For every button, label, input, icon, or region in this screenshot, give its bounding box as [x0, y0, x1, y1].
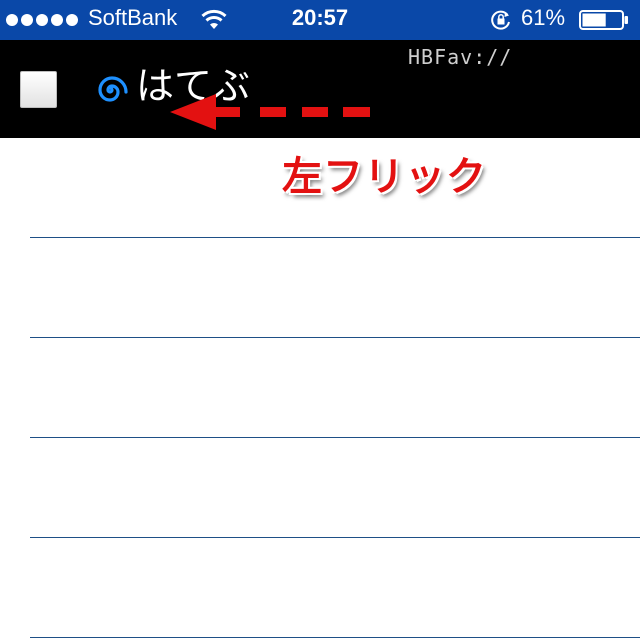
- battery-icon: [579, 10, 628, 30]
- app-subtitle: HBFav://: [408, 45, 513, 69]
- rotation-lock-icon: [491, 10, 510, 30]
- status-bar: SoftBank 20:57 61%: [0, 0, 640, 40]
- list-item[interactable]: [30, 238, 640, 338]
- entry-list: [0, 138, 640, 640]
- battery-percent: 61%: [521, 5, 566, 30]
- hatena-swirl-icon: [98, 76, 128, 102]
- flick-annotation: 左フリック: [282, 154, 487, 200]
- menu-square-icon[interactable]: [20, 71, 57, 108]
- phone-screen: SoftBank 20:57 61% はてぶ HBFav:// 左フリック: [0, 0, 640, 640]
- list-item[interactable]: [30, 438, 640, 538]
- left-flick-arrow: [170, 94, 370, 130]
- list-item[interactable]: [30, 538, 640, 638]
- list-item[interactable]: [30, 338, 640, 438]
- navigation-bar: はてぶ HBFav://: [0, 40, 640, 138]
